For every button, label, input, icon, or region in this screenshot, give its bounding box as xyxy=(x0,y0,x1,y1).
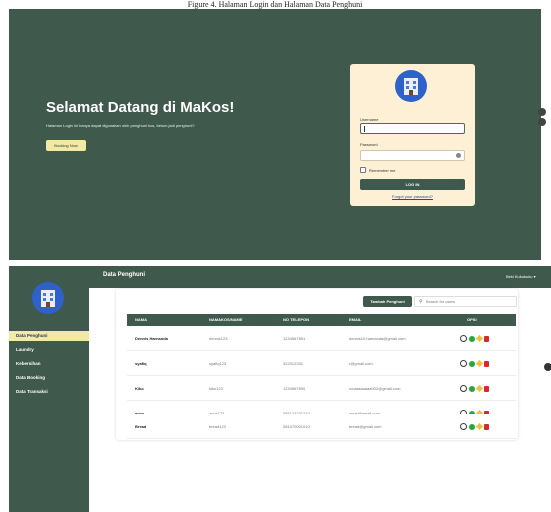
edit-icon[interactable] xyxy=(475,384,484,393)
trash-icon[interactable] xyxy=(484,423,489,430)
cell-email: xxxlaaaaaaa002@gmail.com xyxy=(349,386,401,391)
trash-icon[interactable] xyxy=(484,335,489,342)
sidebar-item-laundry[interactable]: Laundry xyxy=(9,345,89,355)
column-header: NAMA xyxy=(135,317,147,322)
row-actions xyxy=(460,359,489,368)
cell-phone: 322312331 xyxy=(283,361,304,366)
top-bar xyxy=(89,266,551,288)
search-input[interactable] xyxy=(425,297,506,306)
table-row: Bread bread123 081970001010 bread@gmail.… xyxy=(127,414,516,439)
booking-now-button[interactable]: Booking Now xyxy=(46,140,86,151)
cell-name: Bread xyxy=(135,424,147,429)
table-header: NAMA NAMAKOS/NAME NO TELEPON EMAIL OPSI xyxy=(127,314,516,326)
column-header: NO TELEPON xyxy=(283,317,310,322)
login-button[interactable]: LOG IN xyxy=(360,179,465,190)
row-actions xyxy=(460,384,489,393)
column-header: EMAIL xyxy=(349,317,362,322)
floating-icon[interactable] xyxy=(538,108,546,116)
cell-username: kiko123 xyxy=(209,386,223,391)
cell-username: syafiq123 xyxy=(209,361,227,366)
cell-name: Dennis Harnanda xyxy=(135,336,168,341)
column-header: OPSI xyxy=(467,317,477,322)
floating-icon[interactable] xyxy=(538,118,546,126)
edit-icon[interactable] xyxy=(475,359,484,368)
table-row: syafiq syafiq123 322312331 r@gmail.com xyxy=(127,351,516,376)
sidebar-item-data-booking[interactable]: Data Booking xyxy=(9,373,89,383)
search-icon: ⚲ xyxy=(419,298,423,305)
sidebar-item-kebersihan[interactable]: Kebersihan xyxy=(9,359,89,369)
cell-phone: 1234567890 xyxy=(283,386,306,391)
row-actions xyxy=(460,422,489,431)
cell-phone: 1234567891 xyxy=(283,336,306,341)
user-menu[interactable]: Beki Kukukuku ▾ xyxy=(506,274,536,279)
user-name: Beki Kukukuku xyxy=(506,274,533,279)
building-logo-icon xyxy=(395,70,427,102)
figure-caption: Figure 4. Halaman Login dan Halaman Data… xyxy=(187,0,363,9)
cell-email: bread@gmail.com xyxy=(349,424,382,429)
edit-icon[interactable] xyxy=(475,422,484,431)
info-icon[interactable] xyxy=(469,385,475,392)
sidebar-item-data-penghuni[interactable]: Data Penghuni xyxy=(9,331,89,341)
whatsapp-icon[interactable] xyxy=(460,385,467,392)
floating-icon[interactable] xyxy=(544,363,551,371)
search-box[interactable]: ⚲ xyxy=(414,296,517,307)
eye-icon[interactable] xyxy=(456,153,461,158)
cell-name: Kiko xyxy=(135,386,144,391)
table-row: Dennis Harnanda dennis123 1234567891 den… xyxy=(127,326,516,351)
forgot-password-link[interactable]: Forgot your password? xyxy=(350,194,475,199)
info-icon[interactable] xyxy=(469,423,475,430)
edit-icon[interactable] xyxy=(475,334,484,343)
side-floating-icons xyxy=(538,108,548,128)
cell-username: bread123 xyxy=(209,424,226,429)
password-input[interactable] xyxy=(360,150,465,161)
cell-phone: 081970001010 xyxy=(283,424,310,429)
welcome-subtitle: Halaman Login ini hanya dapat digunakan … xyxy=(46,123,195,128)
chevron-down-icon: ▾ xyxy=(533,274,536,279)
cell-name: syafiq xyxy=(135,361,147,366)
info-icon[interactable] xyxy=(469,360,475,367)
table-row: Kiko kiko123 1234567890 xxxlaaaaaaa002@g… xyxy=(127,376,516,401)
whatsapp-icon[interactable] xyxy=(460,423,467,430)
username-input[interactable] xyxy=(360,123,465,134)
remember-checkbox[interactable] xyxy=(360,167,366,173)
row-actions xyxy=(460,334,489,343)
add-penghuni-button[interactable]: Tambah Penghuni xyxy=(363,296,412,307)
cell-email: dennis10.harnanda@gmail.com xyxy=(349,336,406,341)
username-label: Username xyxy=(360,117,379,122)
password-label: Password xyxy=(360,142,378,147)
whatsapp-icon[interactable] xyxy=(460,335,467,342)
info-icon[interactable] xyxy=(469,335,475,342)
trash-icon[interactable] xyxy=(484,360,489,367)
cell-email: r@gmail.com xyxy=(349,361,373,366)
building-logo-icon xyxy=(32,282,64,314)
remember-me[interactable]: Remember me xyxy=(360,167,395,173)
login-card: Username Password Remember me LOG IN For… xyxy=(350,64,475,206)
page-title: Data Penghuni xyxy=(103,272,146,278)
welcome-title: Selamat Datang di MaKos! xyxy=(46,99,235,116)
sidebar-item-data-transaksi[interactable]: Data Transaksi xyxy=(9,387,89,397)
cell-username: dennis123 xyxy=(209,336,228,341)
column-header: NAMAKOS/NAME xyxy=(209,317,243,322)
remember-label: Remember me xyxy=(369,167,396,173)
trash-icon[interactable] xyxy=(484,385,489,392)
whatsapp-icon[interactable] xyxy=(460,360,467,367)
